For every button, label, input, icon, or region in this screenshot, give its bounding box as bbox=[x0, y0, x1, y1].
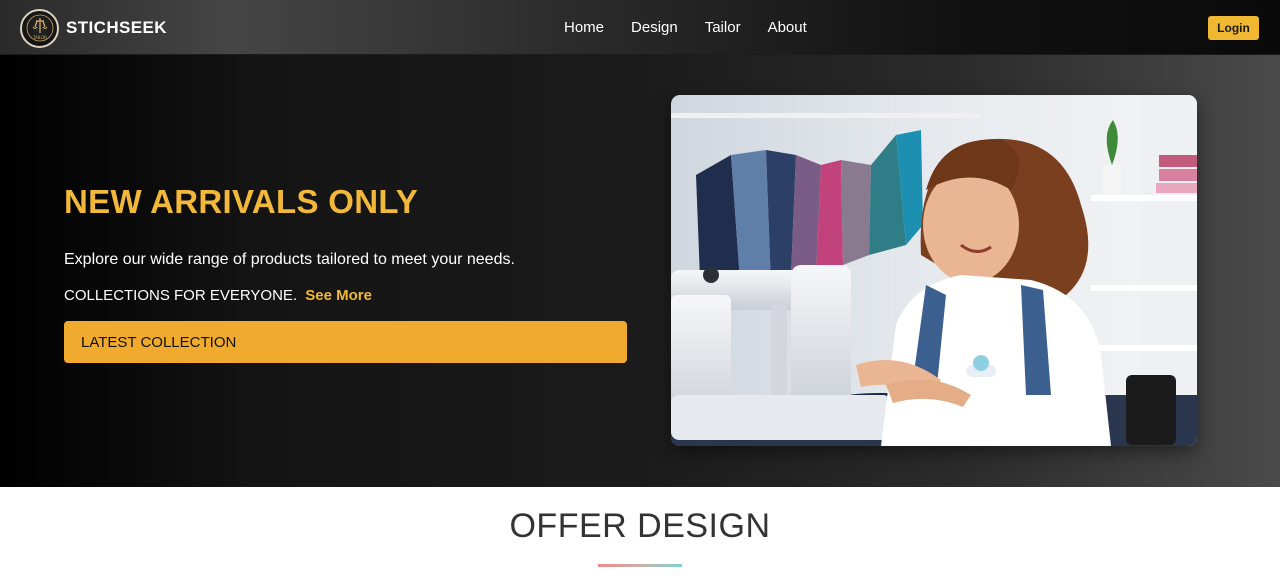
offer-design-heading: OFFER DESIGN bbox=[509, 507, 771, 545]
nav-link-about[interactable]: About bbox=[768, 18, 807, 37]
logo-lettering: TAILOR bbox=[31, 35, 46, 40]
latest-collection-button[interactable]: LATEST COLLECTION bbox=[64, 321, 627, 363]
nav-link-design[interactable]: Design bbox=[631, 18, 678, 37]
main-nav: Home Design Tailor About bbox=[564, 18, 834, 37]
hero-photo-sewing-icon bbox=[671, 95, 1197, 446]
brand[interactable]: TAILOR STICHSEEK bbox=[20, 8, 167, 48]
hero-section: NEW ARRIVALS ONLY Explore our wide range… bbox=[0, 55, 1280, 487]
nav-link-tailor[interactable]: Tailor bbox=[705, 18, 741, 37]
brand-name: STICHSEEK bbox=[66, 18, 167, 37]
hero-description: Explore our wide range of products tailo… bbox=[64, 251, 515, 268]
hero-title: NEW ARRIVALS ONLY bbox=[64, 183, 419, 220]
login-button[interactable]: Login bbox=[1208, 16, 1259, 40]
collections-text: COLLECTIONS FOR EVERYONE. bbox=[64, 287, 298, 304]
hero-collections-line: COLLECTIONS FOR EVERYONE. See More bbox=[64, 287, 372, 304]
top-navbar: TAILOR STICHSEEK Home Design Tailor Abou… bbox=[0, 0, 1280, 55]
nav-link-home[interactable]: Home bbox=[564, 18, 604, 37]
heading-underline bbox=[598, 564, 682, 567]
see-more-link[interactable]: See More bbox=[305, 287, 372, 304]
brand-logo-icon: TAILOR bbox=[20, 8, 59, 48]
